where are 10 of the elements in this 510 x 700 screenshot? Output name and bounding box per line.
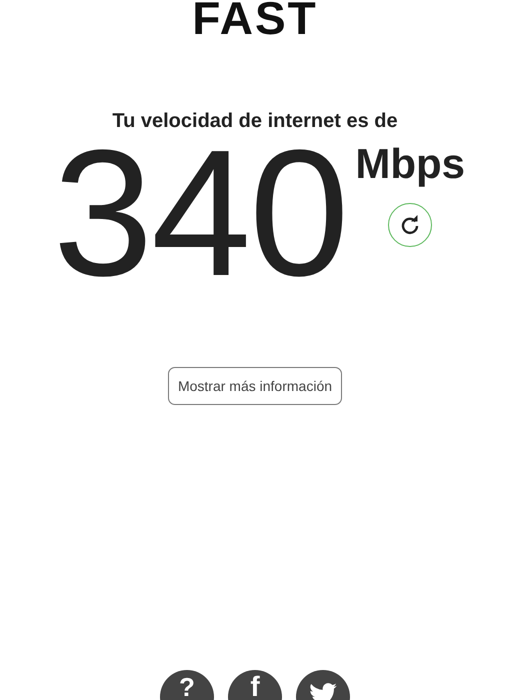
facebook-button[interactable]: f xyxy=(228,670,282,700)
help-button[interactable]: ? xyxy=(160,670,214,700)
speed-heading: Tu velocidad de internet es de xyxy=(112,110,398,133)
refresh-icon xyxy=(400,215,420,235)
bird-icon xyxy=(309,683,337,700)
more-info-button[interactable]: Mostrar más información xyxy=(168,367,342,405)
logo: FAST xyxy=(192,0,318,41)
speed-unit: Mbps xyxy=(355,141,465,187)
speed-value: 340 xyxy=(53,139,348,289)
refresh-button[interactable] xyxy=(388,203,432,247)
